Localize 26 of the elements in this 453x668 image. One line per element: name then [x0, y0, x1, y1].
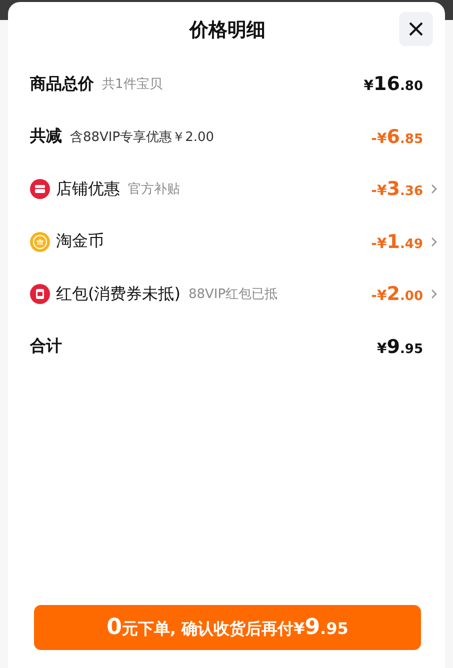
envelope-icon	[30, 284, 50, 304]
shop-icon	[30, 179, 50, 200]
price-amount: -¥3.36	[371, 178, 423, 200]
row-label: 红包(消费券未抵)	[56, 284, 180, 305]
price-amount: -¥1.49	[371, 230, 423, 253]
row-label: 商品总价	[30, 74, 94, 95]
row-label: 共减	[30, 126, 62, 148]
row-note: 官方补贴	[128, 181, 180, 198]
pay-button[interactable]: 0元下单, 确认收货后再付¥9.95	[34, 605, 421, 650]
row-label: 店铺优惠	[56, 178, 120, 200]
price-amount: -¥2.00	[371, 283, 423, 306]
sheet-title: 价格明细	[190, 18, 266, 43]
chevron-right-icon[interactable]	[429, 288, 439, 300]
close-icon	[408, 21, 424, 37]
row-label: 淘金币	[56, 231, 104, 252]
chevron-right-icon[interactable]	[429, 183, 439, 196]
price-amount: ¥16.80	[364, 73, 423, 96]
price-amount: ¥9.95	[376, 336, 423, 358]
price-amount: -¥6.85	[371, 126, 423, 148]
close-button[interactable]	[399, 12, 433, 46]
row-label: 合计	[30, 336, 62, 358]
row-note: 88VIP红包已抵	[188, 286, 278, 304]
chevron-right-icon[interactable]	[429, 236, 439, 248]
row-note: 共1件宝贝	[102, 76, 162, 94]
coin-icon	[30, 232, 50, 252]
row-note: 含88VIP专享优惠￥2.00	[70, 128, 214, 146]
